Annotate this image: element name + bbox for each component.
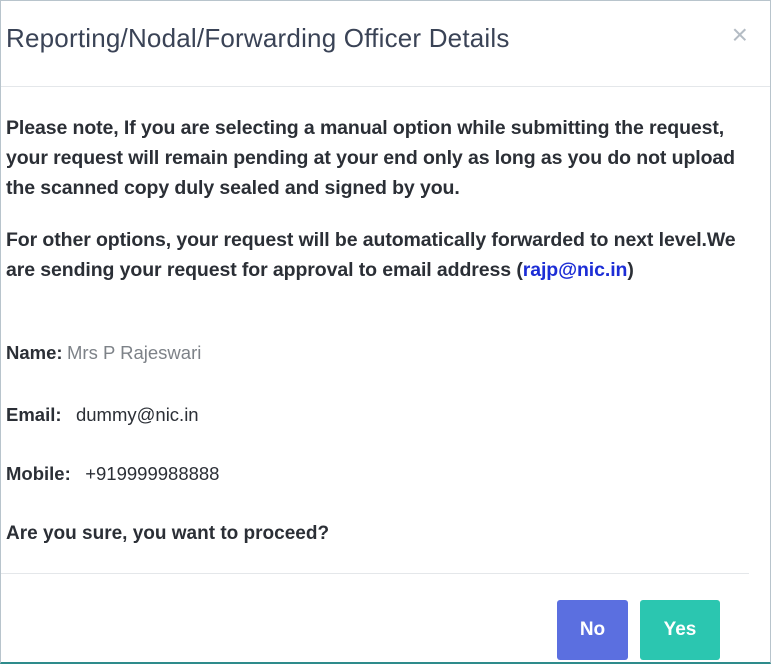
no-button[interactable]: No [557,600,628,660]
manual-option-note: Please note, If you are selecting a manu… [6,117,735,199]
close-icon[interactable]: × [732,21,748,49]
yes-button[interactable]: Yes [640,600,720,660]
footer-divider [1,573,749,574]
email-label: Email: [6,404,62,425]
confirm-question: Are you sure, you want to proceed? [6,523,330,544]
mobile-value: +919999988888 [85,463,220,484]
email-row: Email: dummy@nic.in [6,404,199,426]
dialog-header: Reporting/Nodal/Forwarding Officer Detai… [1,1,770,87]
name-label: Name: [6,342,63,363]
officer-details-dialog: Reporting/Nodal/Forwarding Officer Detai… [0,0,771,664]
forwarding-note-suffix: ) [627,259,634,281]
dialog-title: Reporting/Nodal/Forwarding Officer Detai… [6,23,510,53]
dialog-body: Please note, If you are selecting a manu… [6,113,754,285]
email-value: dummy@nic.in [75,404,199,425]
name-row: Name: Mrs P Rajeswari [6,342,201,364]
mobile-label: Mobile: [6,463,71,484]
forwarding-note: For other options, your request will be … [6,225,754,285]
mobile-row: Mobile: +919999988888 [6,463,219,485]
name-value: Mrs P Rajeswari [67,342,202,363]
approval-email-link[interactable]: rajp@nic.in [523,259,628,281]
